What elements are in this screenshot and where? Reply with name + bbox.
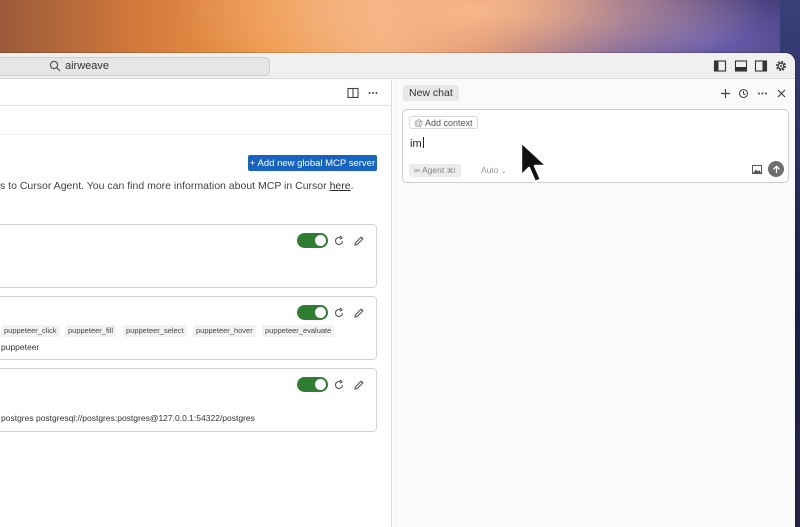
mcp-server-card xyxy=(0,224,377,288)
tool-tag: puppeteer_select xyxy=(123,325,187,337)
mcp-info-body: s to Cursor Agent. You can find more inf… xyxy=(0,180,327,192)
gear-icon[interactable] xyxy=(774,59,788,73)
chat-input-value: im xyxy=(410,138,422,150)
server-enable-toggle[interactable] xyxy=(297,377,328,392)
panel-right-icon[interactable] xyxy=(754,59,768,73)
search-text: airweave xyxy=(65,60,110,72)
model-selector[interactable]: Auto ⌄ xyxy=(481,165,507,175)
tool-tag: puppeteer_hover xyxy=(193,325,256,337)
mcp-info-text: s to Cursor Agent. You can find more inf… xyxy=(0,180,354,192)
text-caret xyxy=(422,137,424,148)
infinity-icon: ∞ xyxy=(414,165,421,175)
tool-tag: puppeteer_fill xyxy=(65,325,117,337)
model-label: Auto xyxy=(481,165,499,175)
editor-tab-bar xyxy=(0,80,392,106)
refresh-icon[interactable] xyxy=(333,235,345,247)
add-context-label: Add context xyxy=(425,118,473,128)
settings-header-bar xyxy=(0,107,392,135)
chat-input[interactable]: im xyxy=(410,137,424,150)
refresh-icon[interactable] xyxy=(333,307,345,319)
chevron-down-icon: ⌄ xyxy=(500,168,507,175)
settings-pane: + Add new global MCP server s to Cursor … xyxy=(0,80,392,527)
command-center-search[interactable]: airweave xyxy=(0,57,270,76)
search-icon xyxy=(49,60,61,72)
pencil-icon[interactable] xyxy=(353,379,365,391)
panel-bottom-icon[interactable] xyxy=(734,59,748,73)
image-icon[interactable] xyxy=(752,165,762,174)
at-icon: @ xyxy=(414,118,424,128)
close-icon[interactable] xyxy=(776,88,787,99)
arrow-up-icon xyxy=(772,164,780,173)
mcp-server-card: puppeteer_click puppeteer_fill puppeteer… xyxy=(0,296,377,360)
panel-left-icon[interactable] xyxy=(713,59,727,73)
server-enable-toggle[interactable] xyxy=(297,305,328,320)
pencil-icon[interactable] xyxy=(353,235,365,247)
add-mcp-server-button[interactable]: + Add new global MCP server xyxy=(248,155,377,171)
agent-shortcut: ⌘I xyxy=(446,168,456,175)
add-context-button[interactable]: @ Add context xyxy=(409,116,478,129)
mcp-info-suffix: . xyxy=(350,180,354,192)
cursor-app-window: airweave + Add new global MCP server s t… xyxy=(0,53,795,527)
mcp-info-link[interactable]: here xyxy=(330,180,351,192)
server-command: postgres postgresql://postgres:postgres@… xyxy=(1,413,255,423)
agent-label: Agent xyxy=(421,165,445,175)
refresh-icon[interactable] xyxy=(333,379,345,391)
split-editor-icon[interactable] xyxy=(347,87,359,99)
tab-new-chat[interactable]: New chat xyxy=(403,85,459,101)
title-bar: airweave xyxy=(0,53,795,79)
tool-tag: puppeteer_evaluate xyxy=(262,325,335,337)
mcp-server-card: postgres postgresql://postgres:postgres@… xyxy=(0,368,377,432)
chat-pane: New chat @ Add context im ∞ Agent ⌘I Aut… xyxy=(393,80,795,527)
send-button[interactable] xyxy=(768,161,784,177)
pencil-icon[interactable] xyxy=(353,307,365,319)
server-enable-toggle[interactable] xyxy=(297,233,328,248)
chat-composer[interactable]: @ Add context im ∞ Agent ⌘I Auto ⌄ xyxy=(402,109,789,183)
tool-tag: puppeteer_click xyxy=(1,325,60,337)
agent-mode-selector[interactable]: ∞ Agent ⌘I xyxy=(409,164,461,177)
history-icon[interactable] xyxy=(738,88,749,99)
plus-icon[interactable] xyxy=(720,88,731,99)
server-command: puppeteer xyxy=(1,342,40,352)
mouse-pointer-icon xyxy=(519,140,549,184)
ellipsis-icon[interactable] xyxy=(757,88,768,99)
ellipsis-icon[interactable] xyxy=(367,87,379,99)
